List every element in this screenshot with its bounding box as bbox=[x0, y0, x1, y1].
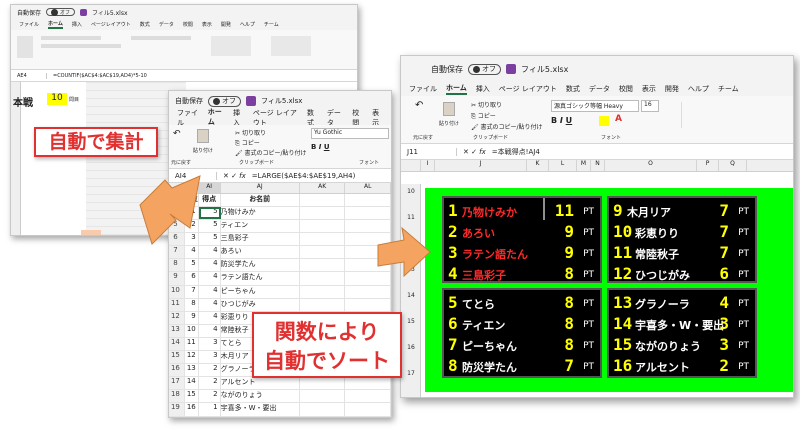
callout-auto-total: 自動で集計 bbox=[34, 127, 158, 157]
arrow-to-ranking bbox=[139, 175, 201, 245]
arrow-to-scoreboard bbox=[377, 226, 431, 278]
callout-auto-sort: 関数により 自動でソート bbox=[252, 312, 402, 378]
